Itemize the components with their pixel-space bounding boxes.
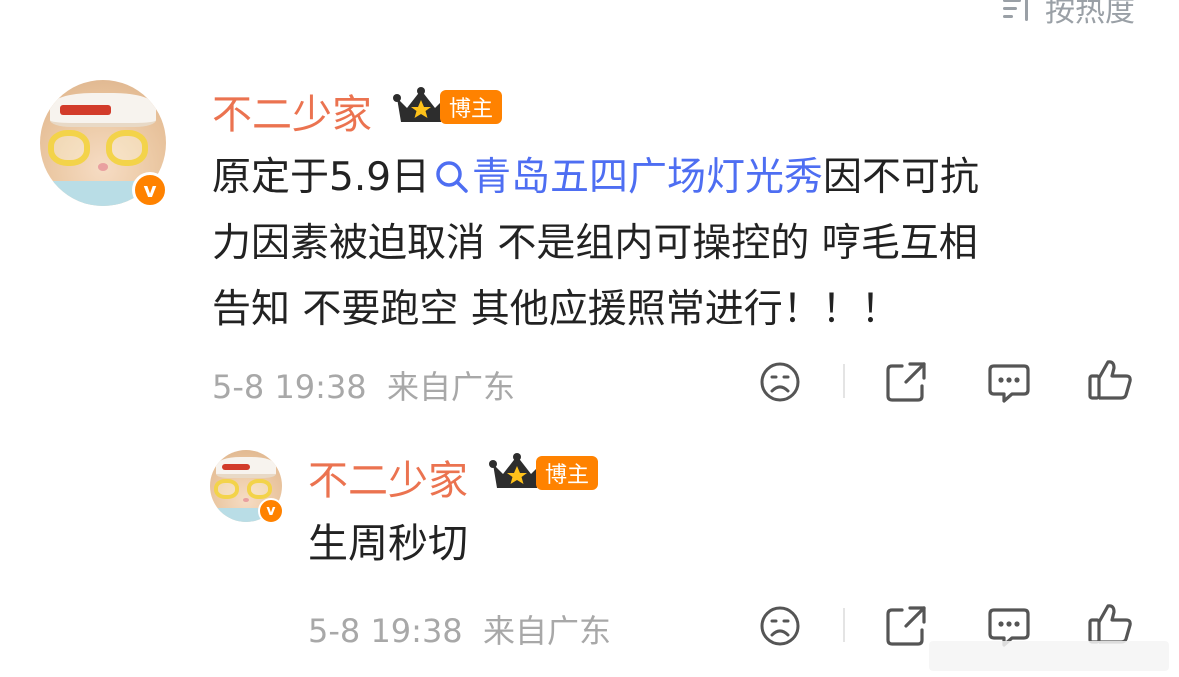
comment-text-line2: 力因素被迫取消 不是组内可操控的 哼毛互相 [212,221,978,266]
username[interactable]: 不二少家 [212,82,372,140]
comment-meta: 5-8 19:38 来自广东 [212,362,515,408]
host-badge: 博主 [440,90,502,124]
share-icon[interactable] [884,360,928,404]
comment-text-line3: 告知 不要跑空 其他应援照常进行！！！ [212,287,900,332]
comment-time: 5-8 19:38 [212,368,367,406]
sad-face-icon[interactable] [758,360,802,404]
verified-badge-icon: v [132,172,168,208]
reply-text: 生周秒切 [308,521,468,567]
sort-by-hotness[interactable]: 按热度 [1001,0,1135,30]
reply-meta: 5-8 19:38 来自广东 [308,606,611,652]
host-badge: 博主 [536,456,598,490]
search-icon [436,161,468,193]
reply-avatar[interactable]: v [210,450,284,524]
divider [843,364,845,398]
share-icon[interactable] [884,604,928,648]
divider [843,608,845,642]
reply-location: 来自广东 [483,612,612,650]
reply-time: 5-8 19:38 [308,612,463,650]
verified-badge-icon: v [258,498,284,524]
watermark [929,641,1169,671]
reply-username[interactable]: 不二少家 [308,448,468,506]
thumbs-up-icon[interactable] [1086,356,1134,404]
comment-location: 来自广东 [387,368,516,406]
sort-icon [1001,0,1035,23]
comment-text: 原定于5.9日 青岛五四广场灯光秀因不可抗 [212,155,980,200]
avatar[interactable]: v [40,80,168,208]
sort-label: 按热度 [1045,0,1135,29]
comment-icon[interactable] [986,360,1032,406]
topic-link[interactable]: 青岛五四广场灯光秀 [430,155,823,200]
sad-face-icon[interactable] [758,604,802,648]
